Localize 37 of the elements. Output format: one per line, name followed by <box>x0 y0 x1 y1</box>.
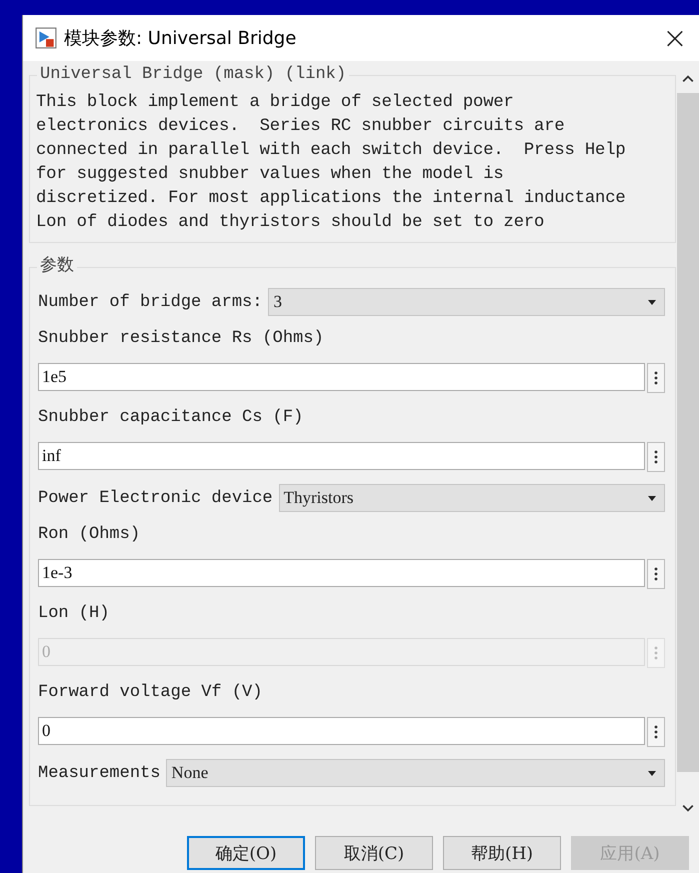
scroll-up-icon[interactable] <box>682 75 694 83</box>
vertical-dots-icon <box>654 449 658 465</box>
vertical-dots-icon <box>654 645 658 661</box>
scroll-down-icon[interactable] <box>682 804 694 812</box>
vertical-dots-icon <box>654 724 658 740</box>
close-button[interactable]: × <box>650 15 699 61</box>
more-options-button[interactable] <box>647 717 665 747</box>
app-icon <box>35 27 57 49</box>
vertical-dots-icon <box>654 566 658 582</box>
dropdown[interactable]: Thyristors <box>278 484 665 512</box>
caret-icon <box>648 300 656 304</box>
input-field[interactable]: 1e-3 <box>38 559 645 587</box>
window-title: 模块参数: Universal Bridge <box>64 27 298 50</box>
input-field[interactable]: 1e5 <box>38 363 645 391</box>
parameter-label: Lon (H) <box>38 603 110 625</box>
parameter-label: Number of bridge arms: <box>38 292 262 312</box>
description-text: This block implement a bridge of selected power electronics devices. Series RC snubber circuits are connected in parallel with each switch device. Press Help for suggested snubber values when the model is discretized. For most applications the internal inductance Lon of diodes and thyristors should be set to zero <box>36 92 627 234</box>
more-options-button[interactable] <box>647 559 665 589</box>
more-options-button[interactable] <box>647 363 665 393</box>
scrollbar-thumb[interactable] <box>677 93 699 772</box>
parameter-label: Ron (Ohms) <box>38 524 142 546</box>
dropdown[interactable]: 3 <box>268 288 665 316</box>
dialog-button[interactable]: 帮助(H) <box>443 836 561 870</box>
more-options-button[interactable] <box>647 442 665 472</box>
caret-icon <box>648 496 656 500</box>
parameter-label: Snubber resistance Rs (Ohms) <box>38 328 325 350</box>
caret-icon <box>648 770 656 776</box>
dropdown[interactable]: None <box>166 759 665 787</box>
input-field[interactable]: inf <box>38 442 645 470</box>
parameter-label: Forward voltage Vf (V) <box>38 682 264 704</box>
parameter-label: Snubber capacitance Cs (F) <box>38 407 304 429</box>
parameter-label: Power Electronic device <box>38 488 273 508</box>
dialog-button[interactable]: 取消(C) <box>315 836 433 870</box>
input-field[interactable]: 0 <box>38 717 645 745</box>
vertical-dots-icon <box>654 370 658 386</box>
dialog-button[interactable]: 确定(O) <box>187 836 305 870</box>
parameter-label: Measurements <box>38 764 160 782</box>
